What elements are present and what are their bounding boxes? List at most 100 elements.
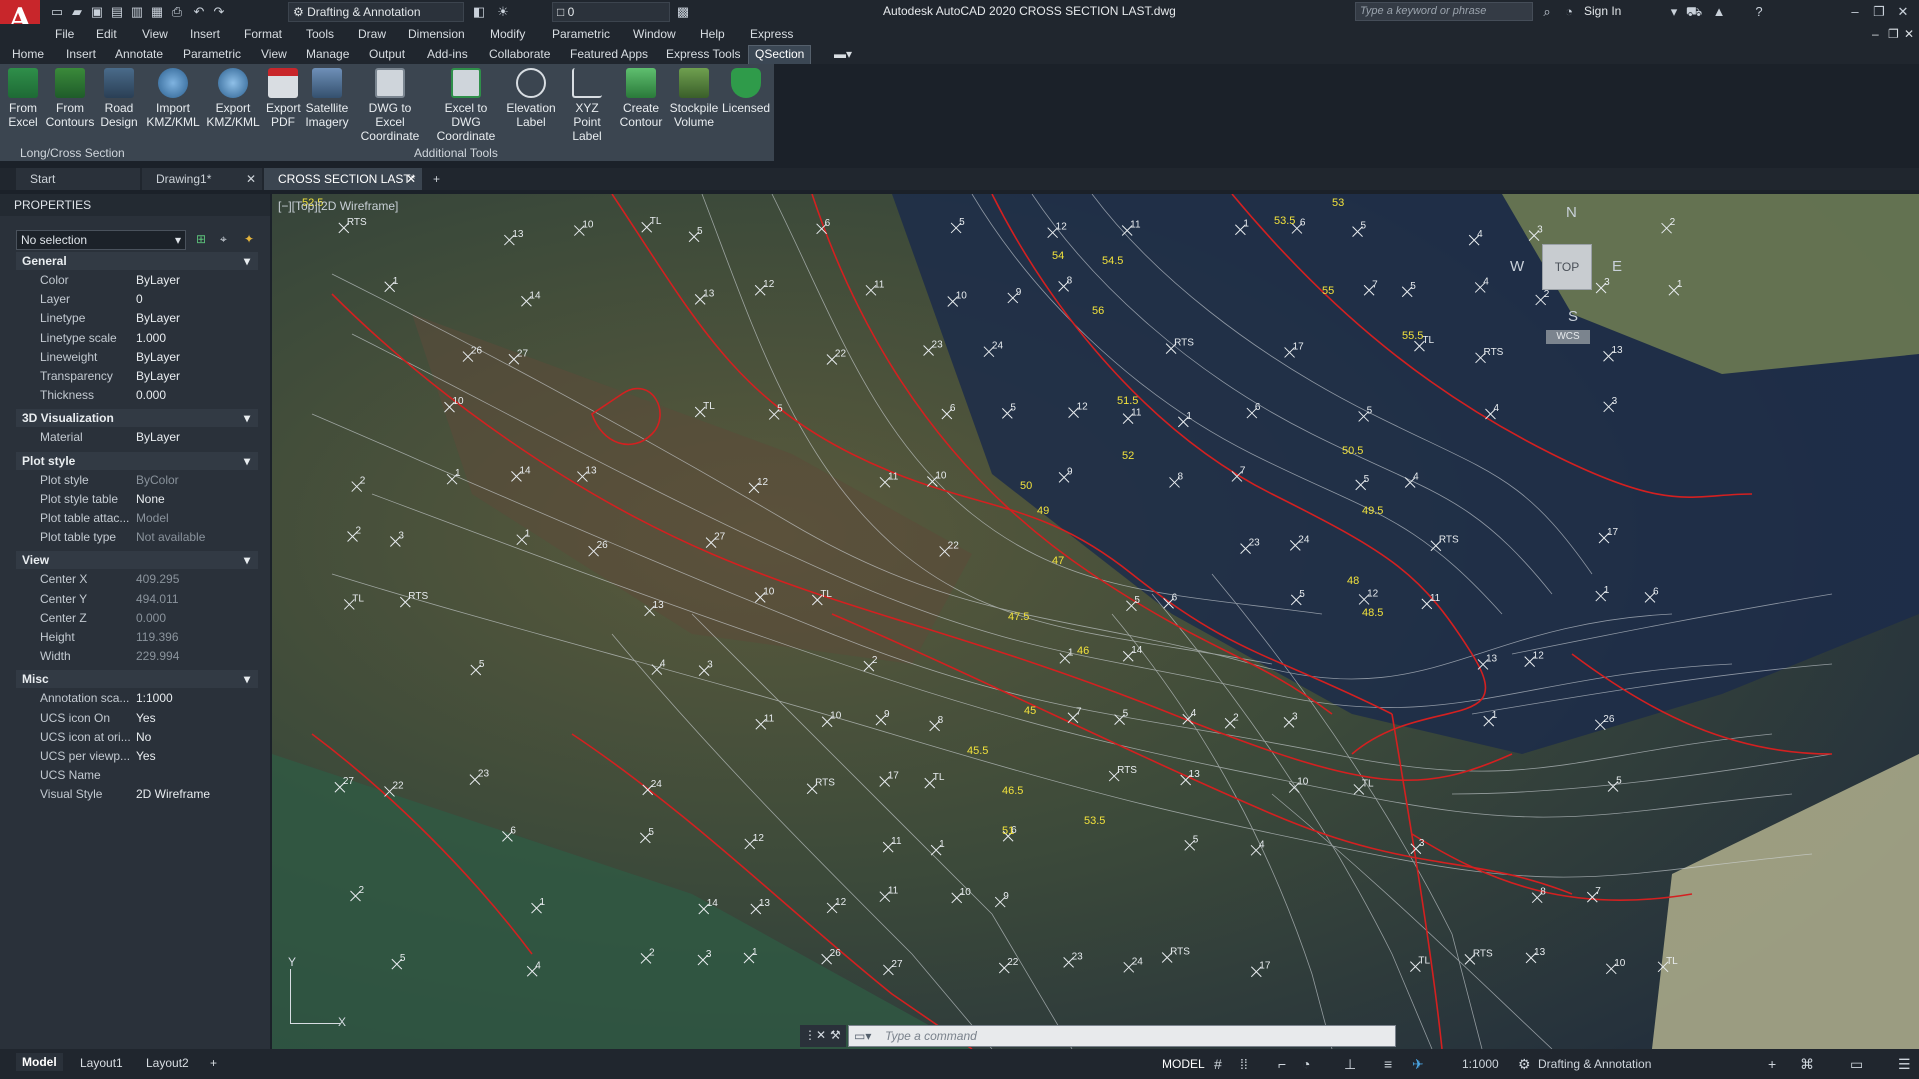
property-row[interactable]: Plot table type Not available [16, 528, 258, 547]
new-file-icon[interactable]: ▭ [48, 3, 66, 21]
layout-tab-layout1[interactable]: Layout1 [80, 1056, 123, 1070]
doc-close-icon[interactable]: ✕ [1904, 27, 1914, 41]
property-row[interactable]: UCS per viewp... Yes [16, 747, 258, 766]
section-view[interactable]: View ▾ [16, 551, 258, 570]
dwg-to-excel-button[interactable]: DWG to Excel Coordinate [354, 68, 426, 143]
menu-draw[interactable]: Draw [358, 27, 386, 41]
workspace-status[interactable]: Drafting & Annotation [1538, 1057, 1651, 1071]
property-row[interactable]: Thickness 0.000 [16, 386, 258, 405]
layer-properties-icon[interactable]: ◧ [470, 3, 488, 21]
property-row[interactable]: Linetype ByLayer [16, 309, 258, 328]
viewcube-top-face[interactable]: TOP [1542, 244, 1592, 290]
grid-icon[interactable]: # [1214, 1056, 1222, 1072]
menu-edit[interactable]: Edit [96, 27, 117, 41]
property-row[interactable]: UCS Name [16, 766, 258, 785]
section-misc[interactable]: Misc ▾ [16, 670, 258, 689]
property-row[interactable]: UCS icon at ori... No [16, 728, 258, 747]
lineweight-icon[interactable]: ≡ [1384, 1056, 1392, 1072]
property-row[interactable]: Transparency ByLayer [16, 367, 258, 386]
sign-in-button[interactable]: Sign In [1584, 4, 1621, 18]
property-row[interactable]: Linetype scale 1.000 [16, 329, 258, 348]
add-layout-plus-icon[interactable]: + [210, 1056, 217, 1070]
tab-annotate[interactable]: Annotate [115, 47, 163, 61]
close-icon[interactable]: ✕ [406, 168, 416, 190]
excel-to-dwg-button[interactable]: Excel to DWG Coordinate [430, 68, 502, 143]
help-icon[interactable]: ? [1750, 3, 1768, 21]
menu-tools[interactable]: Tools [306, 27, 334, 41]
menu-insert[interactable]: Insert [190, 27, 220, 41]
property-row[interactable]: Width 229.994 [16, 647, 258, 666]
tab-parametric[interactable]: Parametric [183, 47, 241, 61]
save-as-icon[interactable]: ▤ [108, 3, 126, 21]
property-row[interactable]: UCS icon On Yes [16, 709, 258, 728]
model-space-toggle[interactable]: MODEL [1162, 1057, 1205, 1071]
from-excel-button[interactable]: From Excel [6, 68, 40, 129]
redo-icon[interactable]: ↷ [210, 3, 228, 21]
viewcube-west[interactable]: W [1510, 258, 1524, 275]
tab-view[interactable]: View [261, 47, 287, 61]
quick-select-icon[interactable]: ⊞ [196, 232, 206, 246]
command-input[interactable]: Type a command [848, 1025, 1396, 1047]
close-icon[interactable]: ✕ [1894, 3, 1912, 21]
property-row[interactable]: Center Z 0.000 [16, 609, 258, 628]
polar-tracking-icon[interactable]: ◔ [1302, 1056, 1310, 1072]
workspace-gear-icon[interactable]: ⚙ [1518, 1056, 1531, 1073]
menu-window[interactable]: Window [633, 27, 676, 41]
snap-mode-icon[interactable]: ⁞⁞ [1240, 1056, 1248, 1072]
tab-output[interactable]: Output [369, 47, 405, 61]
selection-dropdown[interactable]: No selection ▾ [16, 230, 186, 250]
wcs-menu[interactable]: WCS [1546, 330, 1590, 344]
close-icon[interactable]: ✕ [246, 168, 256, 190]
menu-help[interactable]: Help [700, 27, 725, 41]
licensed-button[interactable]: Licensed [722, 68, 770, 115]
viewcube[interactable]: N W E S TOP WCS [1510, 204, 1622, 344]
cart-icon[interactable]: ⛟ [1685, 3, 1703, 21]
stockpile-volume-button[interactable]: Stockpile Volume [668, 68, 720, 129]
viewcube-east[interactable]: E [1612, 258, 1622, 275]
layout-tab-model[interactable]: Model [16, 1053, 63, 1071]
from-contours-button[interactable]: From Contours [44, 68, 96, 129]
lightbulb-icon[interactable]: ☀ [494, 3, 512, 21]
section-general[interactable]: General ▾ [16, 252, 258, 270]
binoculars-icon[interactable]: ⌕ [1538, 3, 1556, 21]
menu-parametric[interactable]: Parametric [552, 27, 610, 41]
tab-addins[interactable]: Add-ins [427, 47, 468, 61]
close-icon[interactable]: ⋮✕ [804, 1028, 826, 1042]
property-row[interactable]: Plot style table None [16, 490, 258, 509]
layer-combo[interactable]: □ 0 [552, 2, 670, 22]
menu-format[interactable]: Format [244, 27, 282, 41]
file-tab-drawing1[interactable]: Drawing1* ✕ [142, 168, 262, 190]
select-objects-icon[interactable]: ⌖ [220, 232, 227, 247]
property-row[interactable]: Center X 409.295 [16, 570, 258, 589]
create-contour-button[interactable]: Create Contour [618, 68, 664, 129]
property-row[interactable]: Height 119.396 [16, 628, 258, 647]
road-design-button[interactable]: Road Design [98, 68, 140, 129]
property-row[interactable]: Material ByLayer [16, 428, 258, 447]
ribbon-options-icon[interactable]: ▬▾ [834, 47, 852, 61]
satellite-imagery-button[interactable]: Satellite Imagery [304, 68, 350, 129]
wrench-icon[interactable]: ⚒ [830, 1028, 841, 1042]
property-row[interactable]: Visual Style 2D Wireframe [16, 785, 258, 804]
tab-featured-apps[interactable]: Featured Apps [570, 47, 648, 61]
object-snap-icon[interactable]: ⊥ [1344, 1056, 1356, 1073]
new-tab-plus-icon[interactable]: + [424, 168, 452, 190]
menu-view[interactable]: View [142, 27, 168, 41]
viewport-controls-label[interactable]: [−][Top][2D Wireframe] [278, 199, 398, 213]
aerial-contour-map[interactable]: RTS1310 TL56 5 12 11 1 6 54 32114 1312 1110 98 7 5 423… [272, 194, 1919, 1049]
elevation-label-button[interactable]: Elevation Label [506, 68, 556, 129]
search-input[interactable]: Type a keyword or phrase [1355, 2, 1533, 21]
annotation-monitor-icon[interactable]: + [1768, 1056, 1776, 1072]
menu-file[interactable]: File [55, 27, 74, 41]
ortho-icon[interactable]: ⌐ [1278, 1056, 1286, 1072]
section-plot-style[interactable]: Plot style ▾ [16, 451, 258, 470]
customization-icon[interactable]: ☰ [1898, 1056, 1911, 1073]
tab-insert[interactable]: Insert [66, 47, 96, 61]
property-row[interactable]: Plot style ByColor [16, 471, 258, 490]
menu-modify[interactable]: Modify [490, 27, 525, 41]
chevron-down-icon[interactable]: ▾ [1665, 3, 1683, 21]
layout-tab-layout2[interactable]: Layout2 [146, 1056, 189, 1070]
menu-express[interactable]: Express [750, 27, 793, 41]
open-web-icon[interactable]: ▥ [128, 3, 146, 21]
autodesk-a360-icon[interactable]: ▲ [1710, 3, 1728, 21]
viewcube-south[interactable]: S [1568, 308, 1578, 325]
